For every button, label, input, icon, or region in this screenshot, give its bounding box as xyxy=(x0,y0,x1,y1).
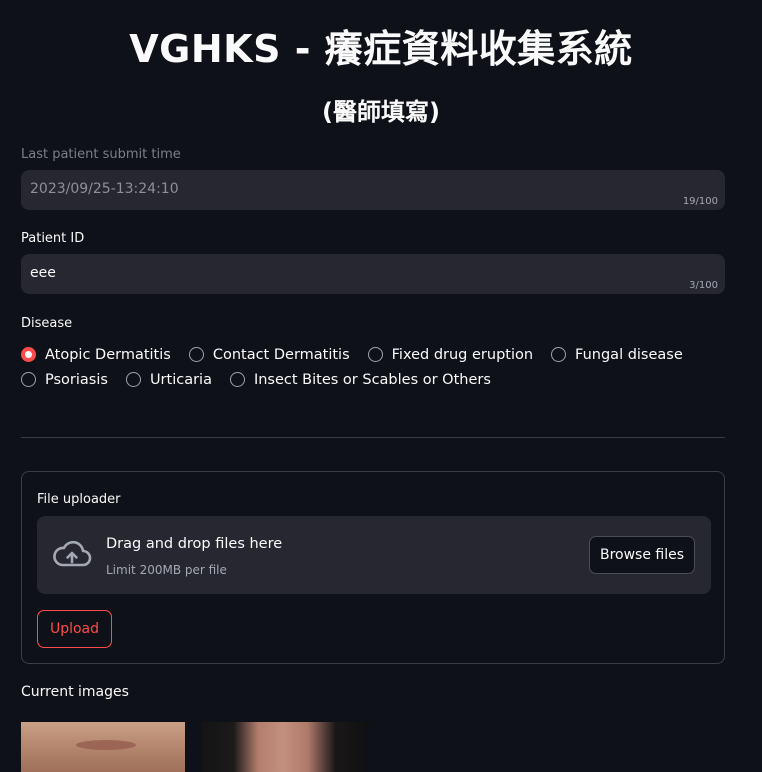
last-submit-label: Last patient submit time xyxy=(21,147,181,162)
radio-checked-icon xyxy=(21,347,36,362)
radio-psoriasis[interactable]: Psoriasis xyxy=(21,372,108,388)
last-submit-field: 2023/09/25-13:24:10 19/100 xyxy=(21,170,725,210)
upload-button[interactable]: Upload xyxy=(37,610,112,648)
image-thumbnail xyxy=(21,722,185,772)
patient-id-label: Patient ID xyxy=(21,231,85,246)
browse-files-button[interactable]: Browse files xyxy=(589,536,695,574)
last-submit-char-count: 19/100 xyxy=(682,196,718,207)
current-images-label: Current images xyxy=(21,684,129,700)
disease-radio-group: Atopic Dermatitis Contact Dermatitis Fix… xyxy=(21,342,725,392)
radio-insect-bites[interactable]: Insect Bites or Scables or Others xyxy=(229,372,491,388)
patient-id-value: eee xyxy=(30,265,56,281)
page-subtitle: (醫師填寫) xyxy=(322,98,440,126)
page-title: VGHKS - 癢症資料收集系統 xyxy=(129,27,633,71)
radio-urticaria[interactable]: Urticaria xyxy=(125,372,212,388)
radio-unchecked-icon xyxy=(188,347,204,362)
file-uploader-label: File uploader xyxy=(37,492,121,507)
cloud-upload-icon xyxy=(53,540,92,567)
radio-contact-dermatitis[interactable]: Contact Dermatitis xyxy=(188,347,350,363)
patient-id-char-count: 3/100 xyxy=(689,280,718,291)
file-dropzone[interactable]: Drag and drop files here Limit 200MB per… xyxy=(37,516,711,594)
radio-fungal-disease[interactable]: Fungal disease xyxy=(551,347,683,363)
radio-fixed-drug-eruption[interactable]: Fixed drug eruption xyxy=(367,347,533,363)
file-uploader-form: File uploader Drag and drop files here L… xyxy=(21,471,725,664)
section-divider xyxy=(21,437,725,438)
radio-unchecked-icon xyxy=(367,347,383,362)
radio-unchecked-icon xyxy=(229,372,245,387)
radio-unchecked-icon xyxy=(21,372,36,387)
dropzone-limit: Limit 200MB per file xyxy=(106,563,227,577)
disease-label: Disease xyxy=(21,316,73,331)
image-thumbnail xyxy=(201,722,365,772)
radio-unchecked-icon xyxy=(551,347,567,362)
last-submit-value: 2023/09/25-13:24:10 xyxy=(30,181,179,197)
radio-atopic-dermatitis[interactable]: Atopic Dermatitis xyxy=(21,347,171,363)
radio-unchecked-icon xyxy=(125,372,141,387)
patient-id-input[interactable]: eee 3/100 xyxy=(21,254,725,294)
dropzone-title: Drag and drop files here xyxy=(106,536,283,552)
